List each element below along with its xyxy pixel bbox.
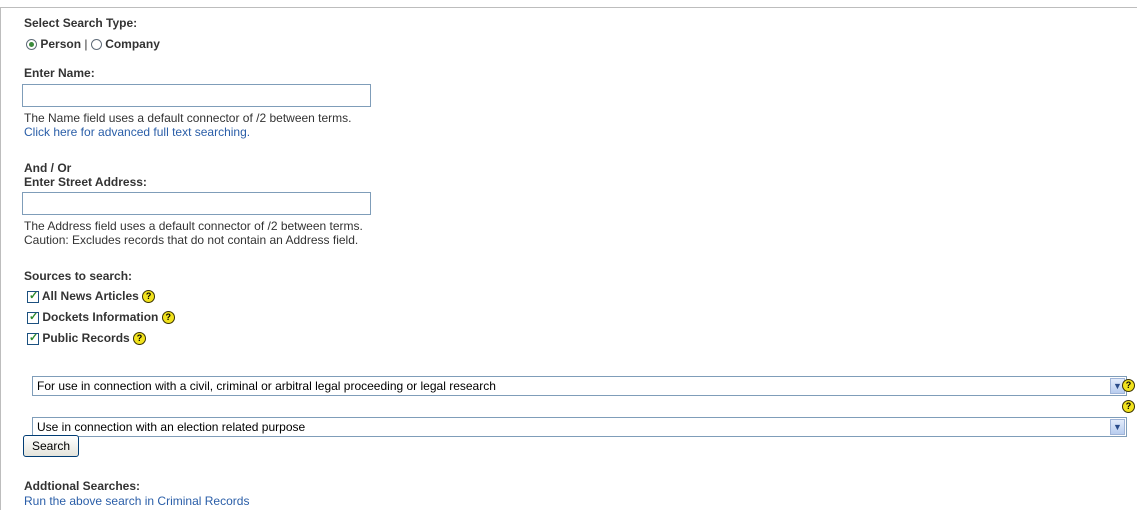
source-item-public-records: ✓ Public Records ? [27, 331, 147, 346]
and-or-label: And / Or [24, 161, 72, 175]
address-field-label: Enter Street Address: [24, 175, 147, 189]
page-frame-left-border [0, 7, 1, 510]
search-type-label: Select Search Type: [24, 16, 138, 30]
street-address-input[interactable] [22, 192, 371, 215]
dockets-checkbox[interactable]: ✓ [27, 310, 39, 324]
search-button[interactable]: Search [23, 435, 80, 457]
search-type-options: Person | Company [26, 37, 160, 51]
public-records-label[interactable]: Public Records [42, 331, 129, 345]
address-field-help-text: The Address field uses a default connect… [24, 219, 363, 233]
name-input[interactable] [22, 84, 371, 107]
name-field-help-text: The Name field uses a default connector … [24, 111, 352, 125]
news-label[interactable]: All News Articles [42, 289, 139, 303]
person-radio-label[interactable]: Person [40, 37, 81, 51]
legal-purpose-select[interactable]: For use in connection with a civil, crim… [32, 376, 1127, 396]
help-question-icon[interactable]: ? [161, 311, 175, 325]
additional-searches-label: Addtional Searches: [24, 479, 141, 493]
source-item-news: ✓ All News Articles ? [27, 289, 156, 304]
dockets-label[interactable]: Dockets Information [42, 310, 158, 324]
company-radio-label[interactable]: Company [105, 37, 160, 51]
advanced-search-link[interactable]: Click here for advanced full text search… [24, 125, 250, 139]
sources-label: Sources to search: [24, 269, 133, 283]
company-radio[interactable] [90, 39, 102, 51]
criminal-records-link[interactable]: Run the above search in Criminal Records [24, 494, 249, 508]
checkmark-icon: ✓ [29, 331, 39, 344]
news-checkbox[interactable]: ✓ [27, 289, 39, 303]
search-type-separator: | [84, 37, 88, 51]
checkmark-icon: ✓ [29, 289, 39, 302]
election-purpose-select-value: Use in connection with an election relat… [37, 420, 306, 434]
legal-purpose-select-value: For use in connection with a civil, crim… [37, 379, 496, 393]
election-purpose-select[interactable]: Use in connection with an election relat… [32, 417, 1127, 437]
name-field-label: Enter Name: [24, 66, 95, 80]
checkmark-icon: ✓ [29, 310, 39, 323]
help-question-icon[interactable]: ? [1122, 400, 1135, 413]
address-caution-text: Caution: Excludes records that do not co… [24, 233, 359, 247]
help-question-icon[interactable]: ? [133, 332, 147, 346]
person-radio[interactable] [26, 39, 37, 51]
page-frame-top-border [0, 7, 1137, 8]
help-question-icon[interactable]: ? [142, 290, 156, 304]
public-records-checkbox[interactable]: ✓ [27, 331, 39, 345]
source-item-dockets: ✓ Dockets Information ? [27, 310, 175, 325]
help-question-icon[interactable]: ? [1122, 379, 1135, 392]
chevron-down-icon[interactable]: ▼ [1110, 419, 1125, 435]
